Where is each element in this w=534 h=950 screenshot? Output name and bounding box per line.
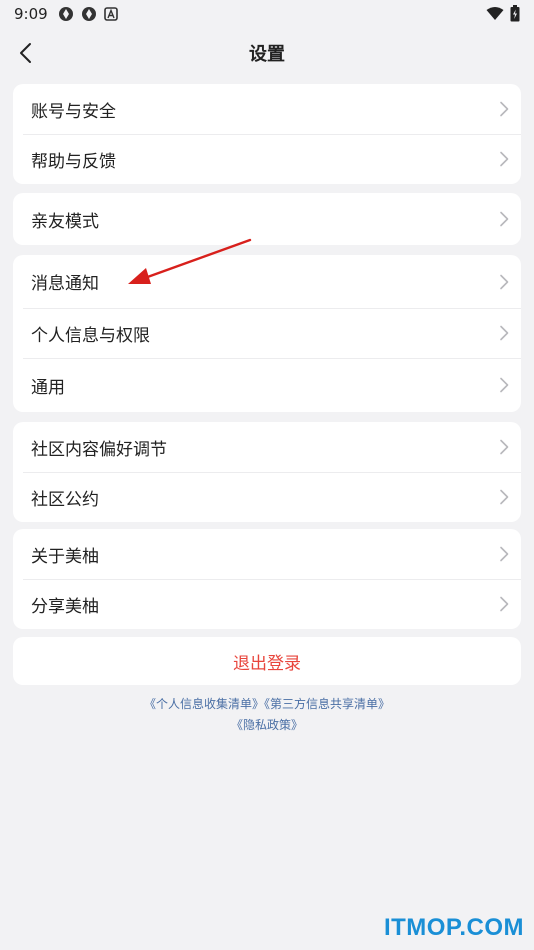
system-icons: [486, 5, 520, 22]
row-label: 帮助与反馈: [31, 151, 116, 172]
link-personal-info-list[interactable]: 《个人信息收集清单》: [144, 697, 264, 711]
setting-row-privacy-permissions[interactable]: 个人信息与权限: [13, 308, 521, 358]
chevron-right-icon: [500, 439, 509, 455]
row-label: 通用: [31, 377, 65, 398]
app-notification-icon: [82, 7, 96, 21]
navigation-bar: 设置: [0, 30, 534, 74]
logout-button[interactable]: 退出登录: [13, 637, 521, 685]
status-time: 9:09: [14, 5, 48, 23]
chevron-right-icon: [500, 101, 509, 117]
setting-row-family-mode[interactable]: 亲友模式: [13, 193, 521, 245]
wifi-icon: [486, 6, 504, 20]
status-bar: 9:09: [0, 0, 534, 28]
settings-group-family: 亲友模式: [13, 193, 521, 245]
setting-row-about[interactable]: 关于美柚: [13, 529, 521, 579]
chevron-right-icon: [500, 211, 509, 227]
setting-row-account-security[interactable]: 账号与安全: [13, 84, 521, 134]
settings-group-community: 社区内容偏好调节 社区公约: [13, 422, 521, 522]
row-label: 社区内容偏好调节: [31, 439, 167, 460]
chevron-right-icon: [500, 546, 509, 562]
setting-row-help-feedback[interactable]: 帮助与反馈: [13, 134, 521, 184]
setting-row-community-rules[interactable]: 社区公约: [13, 472, 521, 522]
policy-links: 《个人信息收集清单》《第三方信息共享清单》 《隐私政策》: [0, 694, 534, 736]
logout-label: 退出登录: [233, 653, 301, 674]
settings-group-general: 消息通知 个人信息与权限 通用: [13, 255, 521, 412]
link-privacy-policy[interactable]: 《隐私政策》: [231, 718, 303, 732]
setting-row-share[interactable]: 分享美柚: [13, 579, 521, 629]
settings-group-account: 账号与安全 帮助与反馈: [13, 84, 521, 184]
battery-icon: [510, 5, 520, 22]
app-notification-icon: [59, 7, 73, 21]
page-title: 设置: [249, 44, 285, 65]
chevron-right-icon: [500, 377, 509, 393]
chevron-right-icon: [500, 596, 509, 612]
row-label: 关于美柚: [31, 546, 99, 567]
chevron-right-icon: [500, 325, 509, 341]
setting-row-notifications[interactable]: 消息通知: [13, 255, 521, 308]
setting-row-content-preferences[interactable]: 社区内容偏好调节: [13, 422, 521, 472]
font-a-icon: [104, 7, 118, 21]
row-label: 消息通知: [31, 274, 99, 294]
chevron-right-icon: [500, 489, 509, 505]
row-label: 社区公约: [31, 489, 99, 510]
settings-group-about: 关于美柚 分享美柚: [13, 529, 521, 629]
row-label: 分享美柚: [31, 596, 99, 617]
row-label: 亲友模式: [31, 211, 99, 232]
notification-icons: [58, 6, 118, 22]
chevron-right-icon: [500, 151, 509, 167]
row-label: 账号与安全: [31, 101, 116, 122]
setting-row-general[interactable]: 通用: [13, 358, 521, 412]
watermark-logo: ITMOP.COM: [383, 914, 524, 941]
chevron-right-icon: [500, 274, 509, 289]
link-third-party-list[interactable]: 《第三方信息共享清单》: [264, 697, 390, 711]
row-label: 个人信息与权限: [31, 325, 150, 346]
